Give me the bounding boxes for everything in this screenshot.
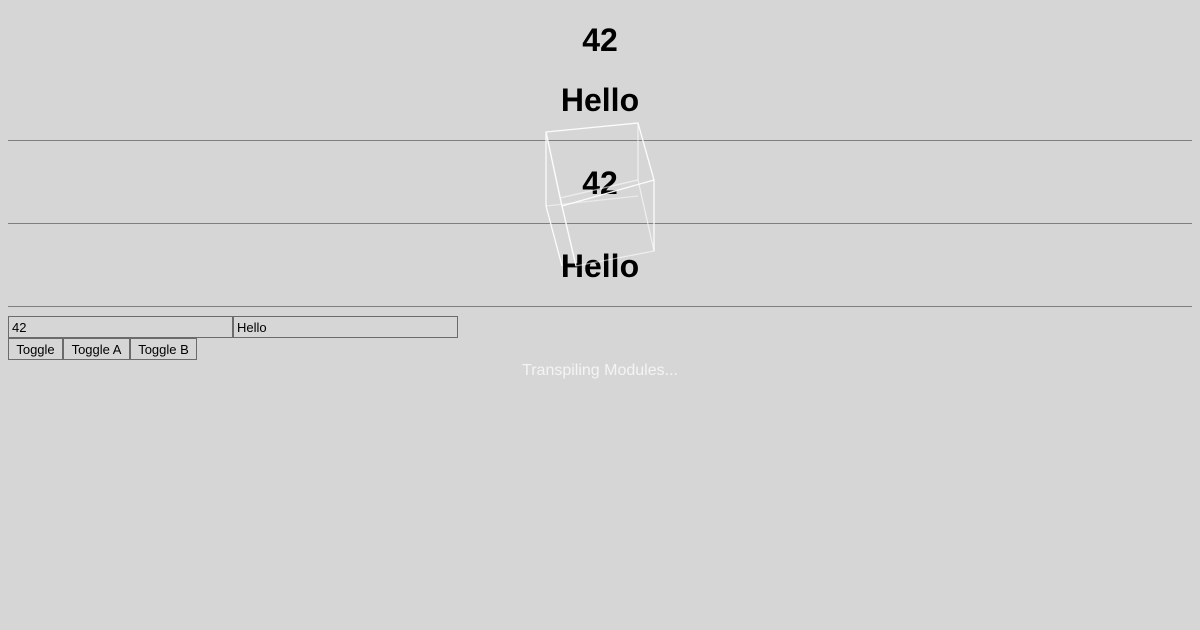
count-input[interactable] — [8, 316, 233, 338]
count-heading-1: 42 — [582, 22, 618, 58]
app-root: 42 Hello 42 Hello Toggle Toggle A Toggle… — [0, 0, 1200, 630]
greeting-heading-2: Hello — [560, 248, 640, 284]
toggle-b-button[interactable]: Toggle B — [130, 338, 197, 360]
toggle-a-button[interactable]: Toggle A — [63, 338, 130, 360]
greeting-input[interactable] — [233, 316, 458, 338]
divider-1 — [8, 140, 1192, 141]
divider-3 — [8, 306, 1192, 307]
greeting-heading-1: Hello — [560, 82, 640, 118]
loading-text: Transpiling Modules... — [522, 362, 678, 379]
count-heading-2: 42 — [582, 165, 618, 201]
toggle-button[interactable]: Toggle — [8, 338, 63, 360]
divider-2 — [8, 223, 1192, 224]
